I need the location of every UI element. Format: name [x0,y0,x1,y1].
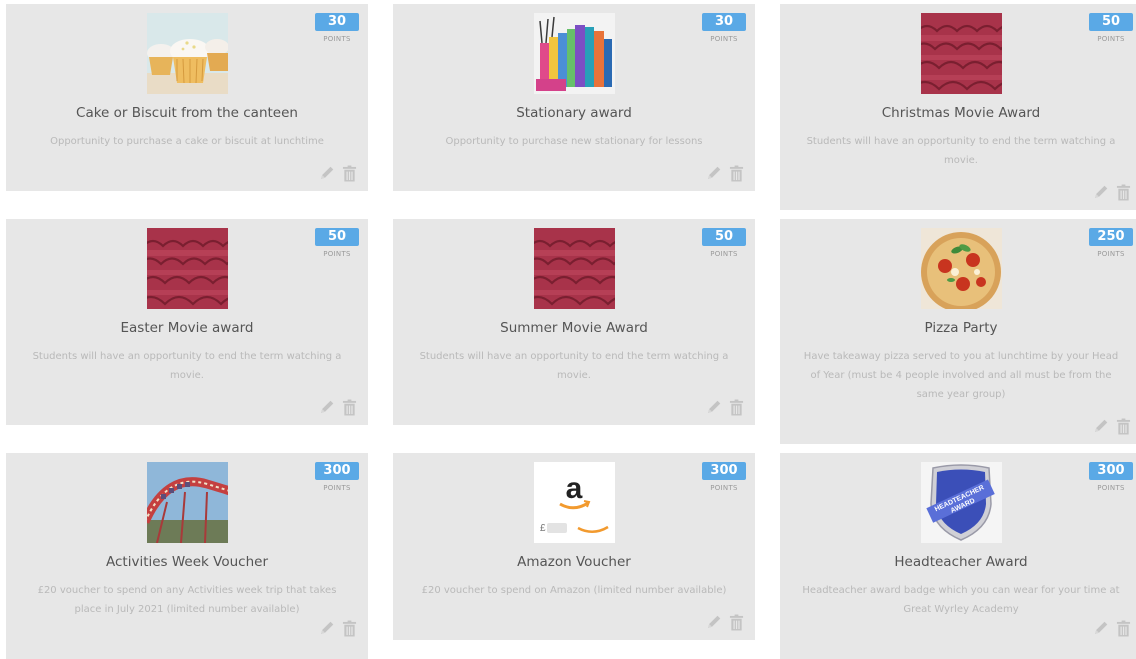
points-badge: 300 POINTS [315,462,359,492]
points-label: POINTS [1097,35,1125,43]
reward-title: Headteacher Award [894,554,1028,570]
card-actions [318,619,357,637]
headteacher-badge-image: HEADTEACHER AWARD [921,462,1002,543]
points-badge: 30 POINTS [315,13,359,43]
currency-symbol: £ [540,523,546,534]
delete-trash-icon[interactable] [729,165,744,182]
reward-title: Summer Movie Award [500,320,648,336]
reward-card-activities-week: 300 POINTS Activities Week Voucher £20 v… [6,453,368,659]
delete-trash-icon[interactable] [729,614,744,631]
points-badge: 50 POINTS [702,228,746,258]
reward-title: Amazon Voucher [517,554,631,570]
points-value: 30 [315,13,359,31]
points-value: 50 [702,228,746,246]
cinema-seats-image [921,13,1002,94]
points-label: POINTS [323,484,351,492]
amazon-logo-letter: a [566,472,583,505]
points-label: POINTS [710,35,738,43]
points-label: POINTS [1097,250,1125,258]
points-value: 50 [1089,13,1133,31]
cinema-seats-image [147,228,228,309]
delete-trash-icon[interactable] [342,620,357,637]
points-badge: 300 POINTS [702,462,746,492]
reward-description: £20 voucher to spend on Amazon (limited … [421,585,727,596]
pizza-image [921,228,1002,309]
points-badge: 30 POINTS [702,13,746,43]
card-actions [318,164,357,182]
reward-description: Opportunity to purchase a cake or biscui… [50,136,324,147]
edit-pencil-icon[interactable] [318,619,336,637]
reward-card-summer-movie: 50 POINTS Summer Movie Award Students wi… [393,219,755,425]
edit-pencil-icon[interactable] [1092,183,1110,201]
delete-trash-icon[interactable] [342,165,357,182]
reward-description: Students will have an opportunity to end… [419,351,729,381]
points-value: 250 [1089,228,1133,246]
card-actions [1092,183,1131,201]
reward-card-christmas-movie: 50 POINTS Christmas Movie Award Students… [780,4,1136,210]
card-actions [1092,417,1131,435]
reward-title: Activities Week Voucher [106,554,268,570]
stationery-image [534,13,615,94]
card-actions [318,398,357,416]
delete-trash-icon[interactable] [1116,184,1131,201]
card-actions [1092,619,1131,637]
points-badge: 50 POINTS [1089,13,1133,43]
points-label: POINTS [710,250,738,258]
reward-title: Pizza Party [924,320,998,336]
points-badge: 50 POINTS [315,228,359,258]
points-value: 300 [702,462,746,480]
reward-description: Students will have an opportunity to end… [806,136,1116,166]
reward-description: Headteacher award badge which you can we… [802,585,1120,615]
delete-trash-icon[interactable] [1116,620,1131,637]
card-actions [705,398,744,416]
reward-title: Easter Movie award [120,320,254,336]
reward-card-stationary: 30 POINTS Stationary award Opportunity t… [393,4,755,191]
reward-card-cake-or-biscuit: 30 POINTS Cake or Biscuit from the cante… [6,4,368,191]
reward-card-headteacher-award: HEADTEACHER AWARD 300 POINTS Headteacher… [780,453,1136,659]
edit-pencil-icon[interactable] [1092,417,1110,435]
reward-description: £20 voucher to spend on any Activities w… [37,585,337,615]
points-value: 30 [702,13,746,31]
points-value: 300 [315,462,359,480]
points-badge: 250 POINTS [1089,228,1133,258]
cupcake-image [147,13,228,94]
points-value: 300 [1089,462,1133,480]
reward-description: Have takeaway pizza served to you at lun… [803,351,1119,400]
card-actions [705,164,744,182]
points-label: POINTS [1097,484,1125,492]
card-actions [705,613,744,631]
reward-card-amazon-voucher: a £ 300 POINTS Amazon Voucher £20 vouche… [393,453,755,640]
reward-card-pizza-party: 250 POINTS Pizza Party Have takeaway piz… [780,219,1136,444]
delete-trash-icon[interactable] [729,399,744,416]
edit-pencil-icon[interactable] [318,398,336,416]
reward-title: Christmas Movie Award [881,105,1041,121]
points-value: 50 [315,228,359,246]
delete-trash-icon[interactable] [342,399,357,416]
reward-description: Students will have an opportunity to end… [32,351,342,381]
reward-title: Cake or Biscuit from the canteen [76,105,298,121]
amazon-gift-card-image: a £ [534,462,615,543]
points-label: POINTS [323,250,351,258]
cinema-seats-image [534,228,615,309]
rollercoaster-image [147,462,228,543]
edit-pencil-icon[interactable] [705,613,723,631]
edit-pencil-icon[interactable] [705,164,723,182]
edit-pencil-icon[interactable] [1092,619,1110,637]
points-badge: 300 POINTS [1089,462,1133,492]
reward-description: Opportunity to purchase new stationary f… [445,136,703,147]
reward-title: Stationary award [516,105,632,121]
edit-pencil-icon[interactable] [705,398,723,416]
points-label: POINTS [323,35,351,43]
points-label: POINTS [710,484,738,492]
edit-pencil-icon[interactable] [318,164,336,182]
reward-card-easter-movie: 50 POINTS Easter Movie award Students wi… [6,219,368,425]
delete-trash-icon[interactable] [1116,418,1131,435]
